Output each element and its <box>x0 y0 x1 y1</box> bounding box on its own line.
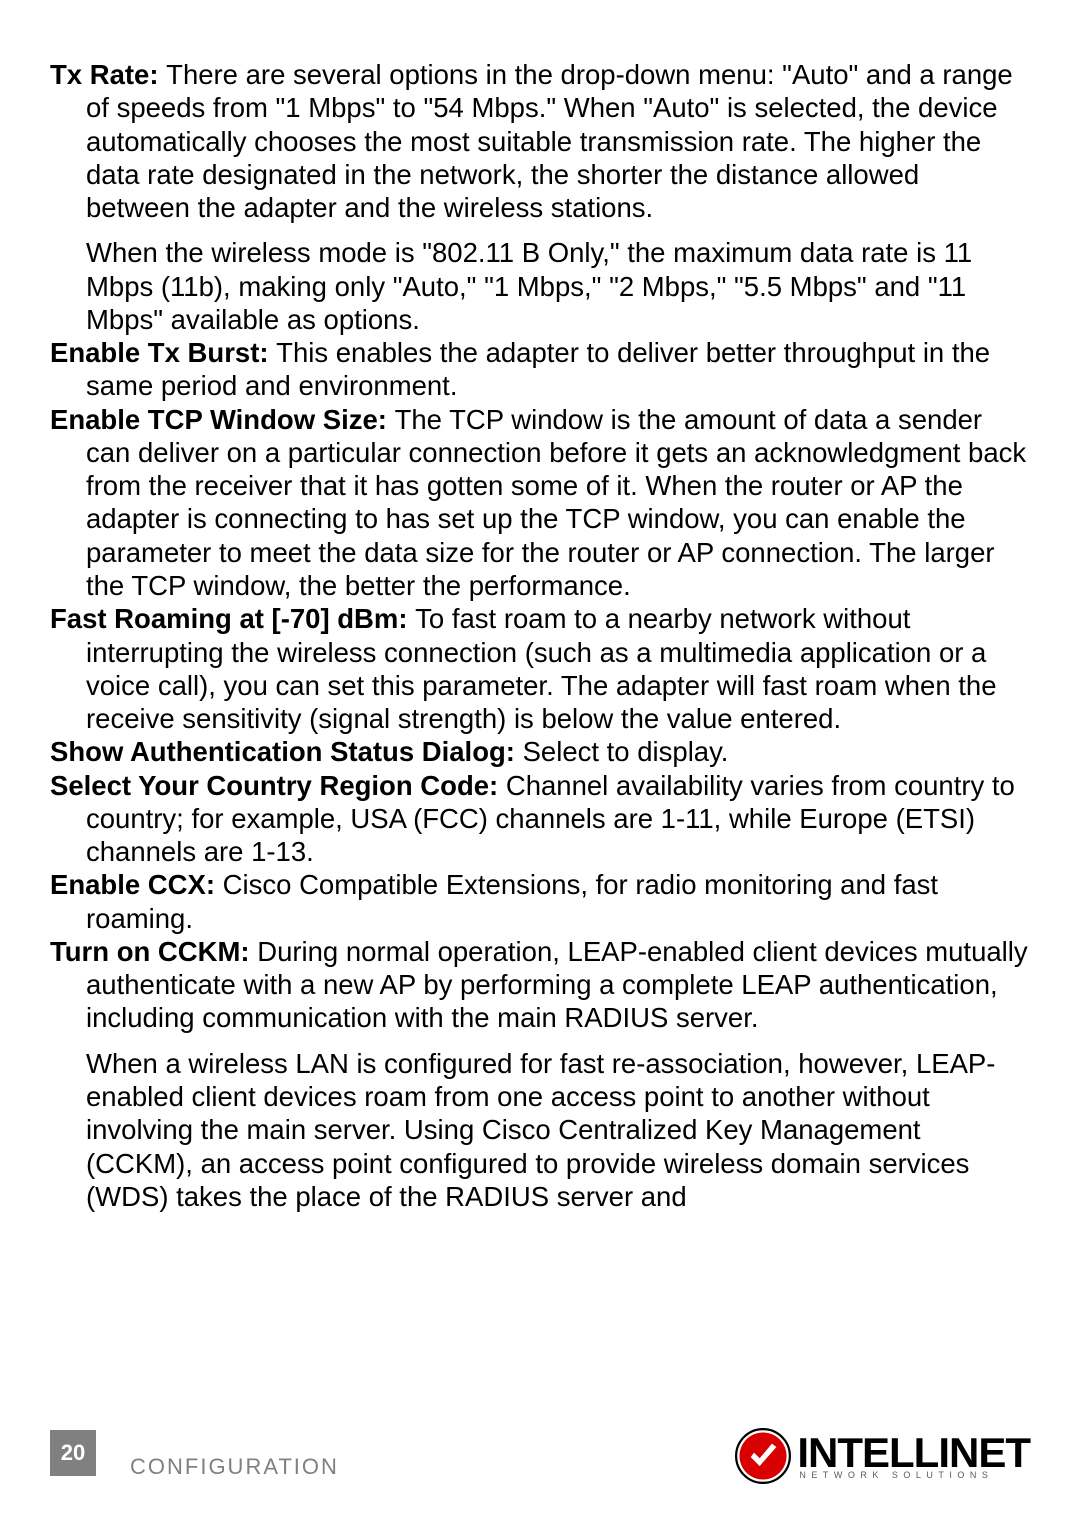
page-content: Tx Rate: There are several options in th… <box>0 0 1080 1213</box>
term-label: Enable TCP Window Size: <box>50 404 395 435</box>
term-body: Select to display. <box>523 736 729 767</box>
definition-entry: Enable CCX: Cisco Compatible Extensions,… <box>50 868 1030 935</box>
definition-entry: Enable Tx Burst: This enables the adapte… <box>50 336 1030 403</box>
definition-entry: Turn on CCKM: During normal operation, L… <box>50 935 1030 1035</box>
term-label: Enable CCX: <box>50 869 223 900</box>
definition-continuation: When a wireless LAN is configured for fa… <box>50 1047 1030 1213</box>
definition-entry: Show Authentication Status Dialog: Selec… <box>50 735 1030 768</box>
brand-text-wrap: INTELLINET NETWORK SOLUTIONS <box>797 1432 1030 1480</box>
definition-entry: Enable TCP Window Size: The TCP window i… <box>50 403 1030 603</box>
term-label: Select Your Country Region Code: <box>50 770 506 801</box>
term-label: Turn on CCKM: <box>50 936 257 967</box>
definition-entry: Select Your Country Region Code: Channel… <box>50 769 1030 869</box>
section-label: CONFIGURATION <box>130 1454 339 1480</box>
term-label: Show Authentication Status Dialog: <box>50 736 523 767</box>
definition-entry: Fast Roaming at [-70] dBm: To fast roam … <box>50 602 1030 735</box>
brand-logo-block: INTELLINET NETWORK SOLUTIONS <box>735 1428 1030 1484</box>
term-body: There are several options in the drop-do… <box>86 59 1013 223</box>
brand-tagline: NETWORK SOLUTIONS <box>797 1471 1030 1480</box>
definition-entry: Tx Rate: There are several options in th… <box>50 58 1030 224</box>
definition-continuation: When the wireless mode is "802.11 B Only… <box>50 236 1030 336</box>
checkmark-circle-icon <box>735 1428 791 1484</box>
term-label: Tx Rate: <box>50 59 166 90</box>
page-footer: 20 CONFIGURATION INTELLINET NETWORK SOLU… <box>0 1402 1080 1522</box>
term-label: Fast Roaming at [-70] dBm: <box>50 603 415 634</box>
page-number: 20 <box>50 1430 96 1476</box>
term-label: Enable Tx Burst: <box>50 337 276 368</box>
brand-name: INTELLINET <box>797 1432 1030 1474</box>
